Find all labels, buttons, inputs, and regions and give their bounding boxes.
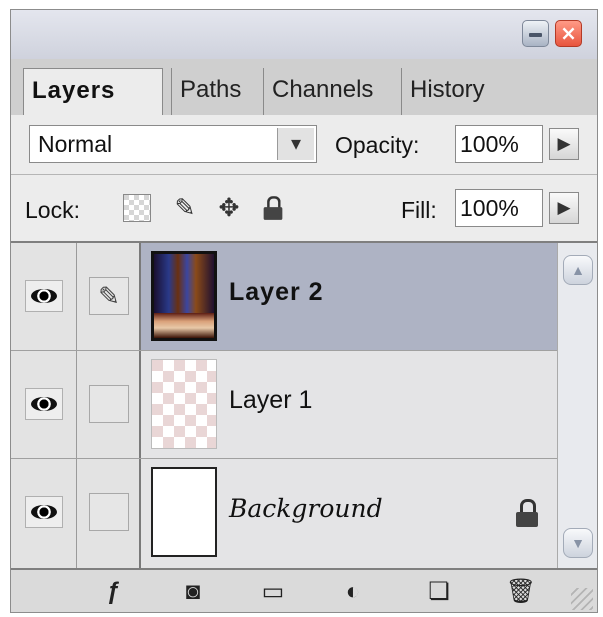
- add-mask-icon[interactable]: ◙: [177, 577, 209, 607]
- link-cell[interactable]: [77, 459, 141, 568]
- eye-icon[interactable]: [25, 388, 63, 420]
- empty-link-box: [89, 493, 129, 531]
- layer-style-icon[interactable]: ƒ: [97, 577, 129, 607]
- lock-row: Lock: ✎ ✥ Fill: 100% ▶: [11, 175, 597, 243]
- chevron-down-icon[interactable]: ▾: [277, 128, 314, 160]
- layers-scrollbar[interactable]: ▲ ▼: [557, 243, 597, 568]
- layers-bottom-toolbar: ƒ ◙ ▭ ◐ ❏ 🗑: [11, 568, 597, 612]
- tab-history[interactable]: History: [401, 68, 541, 115]
- fill-label: Fill:: [401, 197, 437, 223]
- layer-row-layer-1[interactable]: Layer 1: [11, 351, 557, 459]
- layer-thumbnail: [151, 467, 217, 557]
- lock-label: Lock:: [25, 197, 80, 223]
- lock-position-move-icon[interactable]: ✥: [215, 194, 243, 222]
- lock-icon: [516, 499, 538, 527]
- eye-icon[interactable]: [25, 496, 63, 528]
- link-cell[interactable]: ✎: [77, 243, 141, 350]
- padlock-icon: [263, 196, 283, 220]
- layer-row-layer-2[interactable]: ✎ Layer 2: [11, 243, 557, 351]
- tab-layers[interactable]: Layers: [23, 68, 163, 115]
- layer-thumbnail: [151, 251, 217, 341]
- lock-all-icon[interactable]: [259, 194, 287, 222]
- tab-paths[interactable]: Paths: [171, 68, 261, 115]
- lock-image-brush-icon[interactable]: ✎: [171, 194, 199, 222]
- link-cell[interactable]: [77, 351, 141, 458]
- layer-thumbnail: [151, 359, 217, 449]
- eye-icon[interactable]: [25, 280, 63, 312]
- resize-grip-icon[interactable]: [571, 588, 593, 610]
- layer-name[interactable]: Layer 1: [229, 386, 312, 415]
- scroll-up-icon[interactable]: ▲: [563, 255, 593, 285]
- visibility-cell[interactable]: [11, 459, 77, 568]
- layer-name[interactable]: Layer 2: [229, 278, 324, 307]
- trash-icon[interactable]: 🗑: [505, 577, 537, 607]
- fill-slider-arrow-icon[interactable]: ▶: [549, 192, 579, 224]
- adjustment-layer-icon[interactable]: ◐: [337, 577, 369, 607]
- layers-list: ✎ Layer 2 Layer 1 Background ▲ ▼: [11, 243, 597, 568]
- minimize-button[interactable]: [522, 20, 549, 47]
- tab-channels[interactable]: Channels: [263, 68, 398, 115]
- layer-row-background[interactable]: Background: [11, 459, 557, 568]
- scroll-down-icon[interactable]: ▼: [563, 528, 593, 558]
- fill-input[interactable]: 100%: [455, 189, 543, 227]
- brush-icon: ✎: [89, 277, 129, 315]
- layer-name[interactable]: Background: [229, 494, 383, 523]
- new-layer-icon[interactable]: ❏: [423, 577, 455, 607]
- blend-mode-value: Normal: [38, 131, 113, 157]
- visibility-cell[interactable]: [11, 243, 77, 350]
- layers-palette: × Layers Paths Channels History ► Normal…: [10, 9, 598, 613]
- opacity-slider-arrow-icon[interactable]: ▶: [549, 128, 579, 160]
- close-button[interactable]: ×: [555, 20, 582, 47]
- opacity-label: Opacity:: [335, 132, 420, 158]
- empty-link-box: [89, 385, 129, 423]
- opacity-input[interactable]: 100%: [455, 125, 543, 163]
- blend-row: Normal ▾ Opacity: 100% ▶: [11, 115, 597, 175]
- palette-title-bar[interactable]: ×: [11, 10, 597, 59]
- new-group-folder-icon[interactable]: ▭: [257, 577, 289, 607]
- tab-bar: Layers Paths Channels History ►: [11, 59, 597, 144]
- lock-transparency-icon[interactable]: [123, 194, 151, 222]
- visibility-cell[interactable]: [11, 351, 77, 458]
- blend-mode-select[interactable]: Normal ▾: [29, 125, 317, 163]
